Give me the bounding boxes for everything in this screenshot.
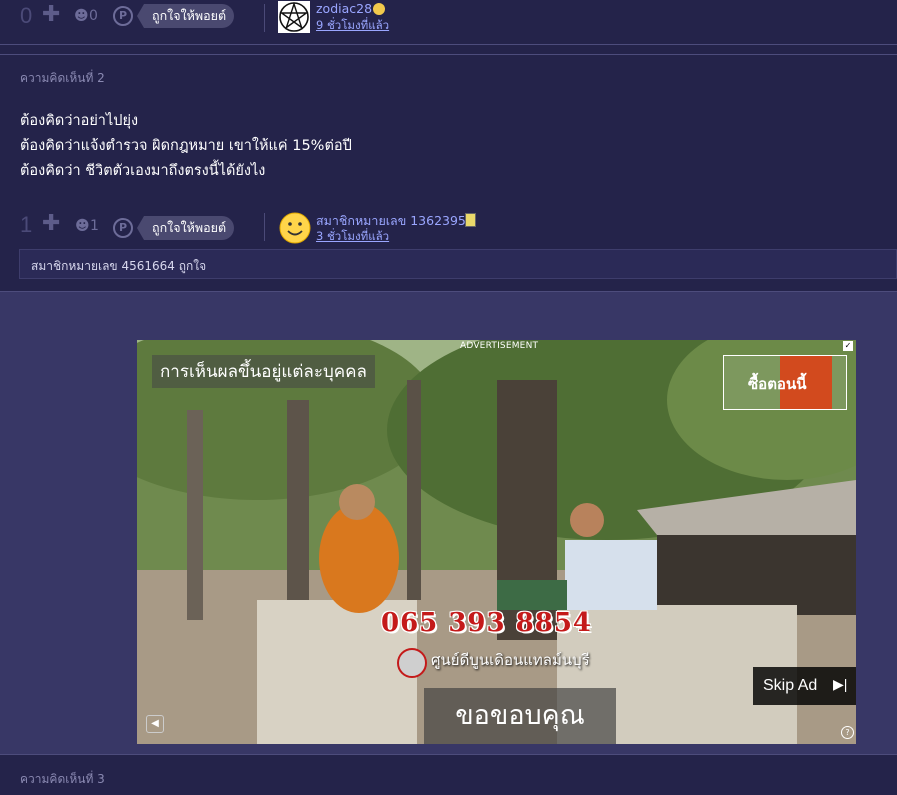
video-ad[interactable]: ADVERTISEMENT ✓ การเห็นผลขึ้นอยู่แต่ละบุ…	[137, 340, 856, 744]
emotion-icon[interactable]: ☻	[74, 8, 89, 24]
comment1-footer: 0 ✚ ☻ 0 P ถูกใจให้พอยต์ zodiac28 9 ชั่วโ…	[0, 0, 897, 44]
adchoices-icon[interactable]: ✓	[843, 341, 853, 351]
likers-box: สมาชิกหมายเลข 4561664 ถูกใจ	[19, 249, 897, 279]
comment-number-label: ความคิดเห็นที่ 2	[20, 71, 105, 85]
hotline-logo-icon	[397, 648, 427, 678]
comment-line: ต้องคิดว่า ชีวิตตัวเองมาถึงตรงนี้ได้ยังไ…	[20, 163, 266, 179]
buy-now-button[interactable]: ซื้อตอนนี้	[723, 355, 847, 410]
emotion-count: 0	[89, 8, 98, 24]
divider	[264, 4, 265, 32]
divider	[264, 213, 265, 241]
skip-ad-button[interactable]: Skip Ad ▶|	[753, 667, 856, 705]
separator	[0, 44, 897, 45]
point-icon[interactable]: P	[113, 6, 133, 26]
emotion-count: 1	[90, 218, 99, 234]
comment-line: ต้องคิดว่าอย่าไปยุ่ง	[20, 113, 139, 129]
post-time-link[interactable]: 9 ชั่วโมงที่แล้ว	[316, 17, 389, 35]
like-give-point-button[interactable]: ถูกใจให้พอยต์	[136, 4, 235, 28]
grin-badge-icon	[373, 3, 385, 15]
comment-body: ต้องคิดว่าอย่าไปยุ่ง ต้องคิดว่าแจ้งตำรวจ…	[20, 109, 352, 184]
comment2-footer: 1 ✚ ☻ 1 P ถูกใจให้พอยต์ สมาชิกหมายเลข 13…	[0, 208, 897, 252]
vote-score: 1	[20, 212, 33, 237]
pentagram-avatar-icon[interactable]	[278, 1, 310, 33]
ad-thanks-caption: ขอขอบคุณ	[424, 688, 616, 744]
likers-text[interactable]: สมาชิกหมายเลข 4561664 ถูกใจ	[31, 257, 206, 276]
plus-vote-icon[interactable]: ✚	[42, 211, 60, 236]
separator	[0, 54, 897, 55]
ad-phone-number: 065 393 8854	[381, 608, 593, 638]
skip-next-icon: ▶|	[833, 676, 848, 692]
user-name-link[interactable]: zodiac28	[316, 1, 372, 16]
like-give-point-button[interactable]: ถูกใจให้พอยต์	[136, 216, 235, 240]
comment-line: ต้องคิดว่าแจ้งตำรวจ ผิดกฎหมาย เขาให้แค่ …	[20, 138, 352, 154]
ad-center-name: ศูนย์ดีบูนเดิอนแทลม์นบุรี	[431, 651, 590, 669]
ad-disclaimer-caption: การเห็นผลขึ้นอยู่แต่ละบุคคล	[152, 355, 375, 388]
mobile-badge-icon	[465, 213, 476, 227]
advertisement-label: ADVERTISEMENT	[460, 341, 539, 351]
separator	[0, 754, 897, 755]
vote-score: 0	[20, 3, 33, 28]
point-icon[interactable]: P	[113, 218, 133, 238]
plus-vote-icon[interactable]: ✚	[42, 2, 60, 27]
smiley-avatar-icon[interactable]	[278, 211, 312, 249]
emotion-icon[interactable]: ☻	[75, 218, 90, 234]
skip-ad-label: Skip Ad	[763, 677, 818, 694]
help-icon[interactable]: ?	[841, 726, 854, 739]
comment-number-label: ความคิดเห็นที่ 3	[20, 772, 105, 786]
post-time-link[interactable]: 3 ชั่วโมงที่แล้ว	[316, 228, 389, 246]
mute-icon[interactable]: ◀	[146, 715, 164, 733]
buy-now-label: ซื้อตอนนี้	[748, 375, 807, 393]
